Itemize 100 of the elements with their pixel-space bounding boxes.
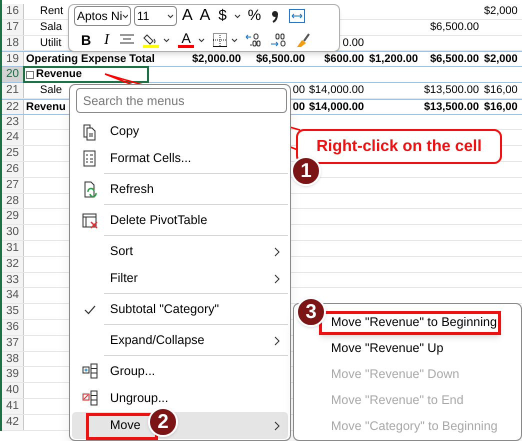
row-number: 33 (2, 272, 24, 288)
menu-item[interactable]: Copy (72, 118, 288, 145)
cell-text: $1,200.00 (369, 52, 418, 68)
cell-text: $6,500.00 (430, 52, 479, 68)
cell-text: 00 (292, 100, 305, 115)
row-number: 42 (2, 414, 24, 430)
cell-text: $14,000.00 (308, 100, 364, 115)
refresh-icon[interactable] (82, 180, 98, 198)
submenu-item[interactable]: Move "Revenue" to Beginning (327, 309, 521, 335)
cell-text: 00 (292, 82, 305, 98)
row-number: 36 (2, 320, 24, 335)
font-size-field[interactable]: 11 (134, 6, 177, 26)
row-number: 16 (2, 4, 24, 19)
delete-table-icon[interactable] (82, 212, 98, 230)
row-number: 38 (2, 352, 24, 366)
dropdown-caret-icon (167, 14, 174, 18)
cell-text: $16,00 (484, 100, 518, 114)
decrease-decimal-icon[interactable] (270, 33, 286, 48)
format-cells-icon[interactable] (82, 150, 98, 168)
collapse-icon[interactable] (26, 70, 34, 79)
menu-item[interactable]: Format Cells... (72, 145, 288, 172)
menu-item[interactable]: Group... (72, 358, 288, 385)
row-number: 19 (2, 52, 24, 66)
italic-button[interactable]: I (99, 29, 114, 52)
row-number: 17 (2, 20, 24, 35)
cell-text: 0.00 (342, 36, 364, 51)
row-number: 20 (2, 67, 24, 82)
dropdown-button[interactable] (232, 14, 242, 18)
cell-text: $13,500.00 (424, 100, 479, 115)
cell-text: $13,500.00 (424, 82, 479, 98)
submenu-item: Move "Revenue" Down (330, 366, 460, 383)
row-number: 31 (2, 240, 24, 256)
cell-text: $600.00 (324, 52, 364, 68)
menu-item[interactable]: Sort (72, 238, 288, 265)
fill-color-icon[interactable] (143, 32, 160, 48)
cell-text: $6,500.00 (430, 20, 479, 35)
cell-text: $2,000 (484, 4, 518, 19)
submenu-item: Move "Category" to Beginning (330, 418, 499, 435)
row-number: 27 (2, 178, 24, 193)
search-field[interactable]: Search the menus (76, 88, 287, 113)
group-icon[interactable] (82, 362, 98, 380)
row-number: 24 (2, 130, 24, 146)
borders-icon[interactable] (213, 33, 228, 48)
dropdown-caret-icon (234, 14, 241, 18)
cell-text: Revenue (36, 67, 82, 82)
ungroup-icon[interactable] (82, 390, 98, 408)
row-number: 29 (2, 209, 24, 224)
cell-text: $16,00 (484, 82, 518, 98)
row-number: 34 (2, 288, 24, 304)
cell-text: $2,000.00 (192, 52, 241, 68)
row-number: 28 (2, 194, 24, 208)
bold-button[interactable]: B (76, 30, 96, 51)
cell-text: $2,000 (484, 52, 518, 66)
dropdown-button[interactable] (162, 38, 172, 43)
step-badge: 3 (296, 297, 326, 327)
menu-item[interactable]: Expand/Collapse (72, 327, 288, 354)
row-number: 22 (2, 100, 24, 114)
row-number: 25 (2, 146, 24, 161)
shrink-font-button[interactable]: A (198, 7, 212, 25)
dropdown-caret-icon (122, 14, 128, 18)
dropdown-button[interactable] (197, 38, 206, 43)
grow-font-button[interactable]: A (180, 7, 195, 25)
callout-text: Right-click on the cell (296, 129, 502, 164)
submenu-item[interactable]: Move "Revenue" Up (327, 335, 521, 361)
comma-style-icon[interactable] (270, 9, 280, 23)
cell-text: Operating Expense Total (26, 52, 155, 68)
submenu-item: Move "Revenue" to End (330, 392, 465, 409)
cell-text: $6,500.00 (256, 52, 305, 68)
cell-text: Sala (39, 20, 62, 35)
cell-text: Utilit (39, 36, 62, 51)
percent-button[interactable]: % (244, 4, 264, 28)
row-number: 30 (2, 225, 24, 240)
cell-text: Sale (39, 82, 62, 98)
dropdown-button[interactable] (230, 38, 240, 43)
menu-item[interactable]: Filter (72, 265, 288, 292)
cell-text: Revenu (26, 100, 66, 115)
align-center-icon[interactable] (120, 34, 134, 46)
row-number: 40 (2, 383, 24, 398)
currency-button[interactable]: $ (215, 4, 230, 28)
menu-item[interactable]: Delete PivotTable (72, 207, 288, 234)
increase-decimal-icon[interactable] (245, 33, 262, 48)
row-number: 35 (2, 304, 24, 319)
font-name-field[interactable]: Aptos Ni (74, 6, 131, 26)
paintbrush-icon[interactable] (295, 32, 312, 48)
font-color-button[interactable]: A (178, 32, 194, 48)
copy-icon[interactable] (82, 122, 98, 140)
step-badge: 1 (291, 156, 321, 186)
row-number: 26 (2, 162, 24, 177)
row-number: 32 (2, 256, 24, 272)
row-number: 23 (2, 114, 24, 130)
dropdown-caret-icon (198, 38, 206, 43)
row-number: 39 (2, 367, 24, 382)
dropdown-caret-icon (163, 38, 170, 43)
row-number: 21 (2, 82, 24, 98)
row-number: 18 (2, 36, 24, 50)
cell-text: $14,000.00 (308, 82, 364, 98)
row-number: 41 (2, 398, 24, 414)
wrap-text-icon[interactable] (289, 9, 306, 23)
menu-item[interactable]: Refresh (72, 176, 288, 203)
menu-item[interactable]: Subtotal "Category" (72, 296, 288, 323)
